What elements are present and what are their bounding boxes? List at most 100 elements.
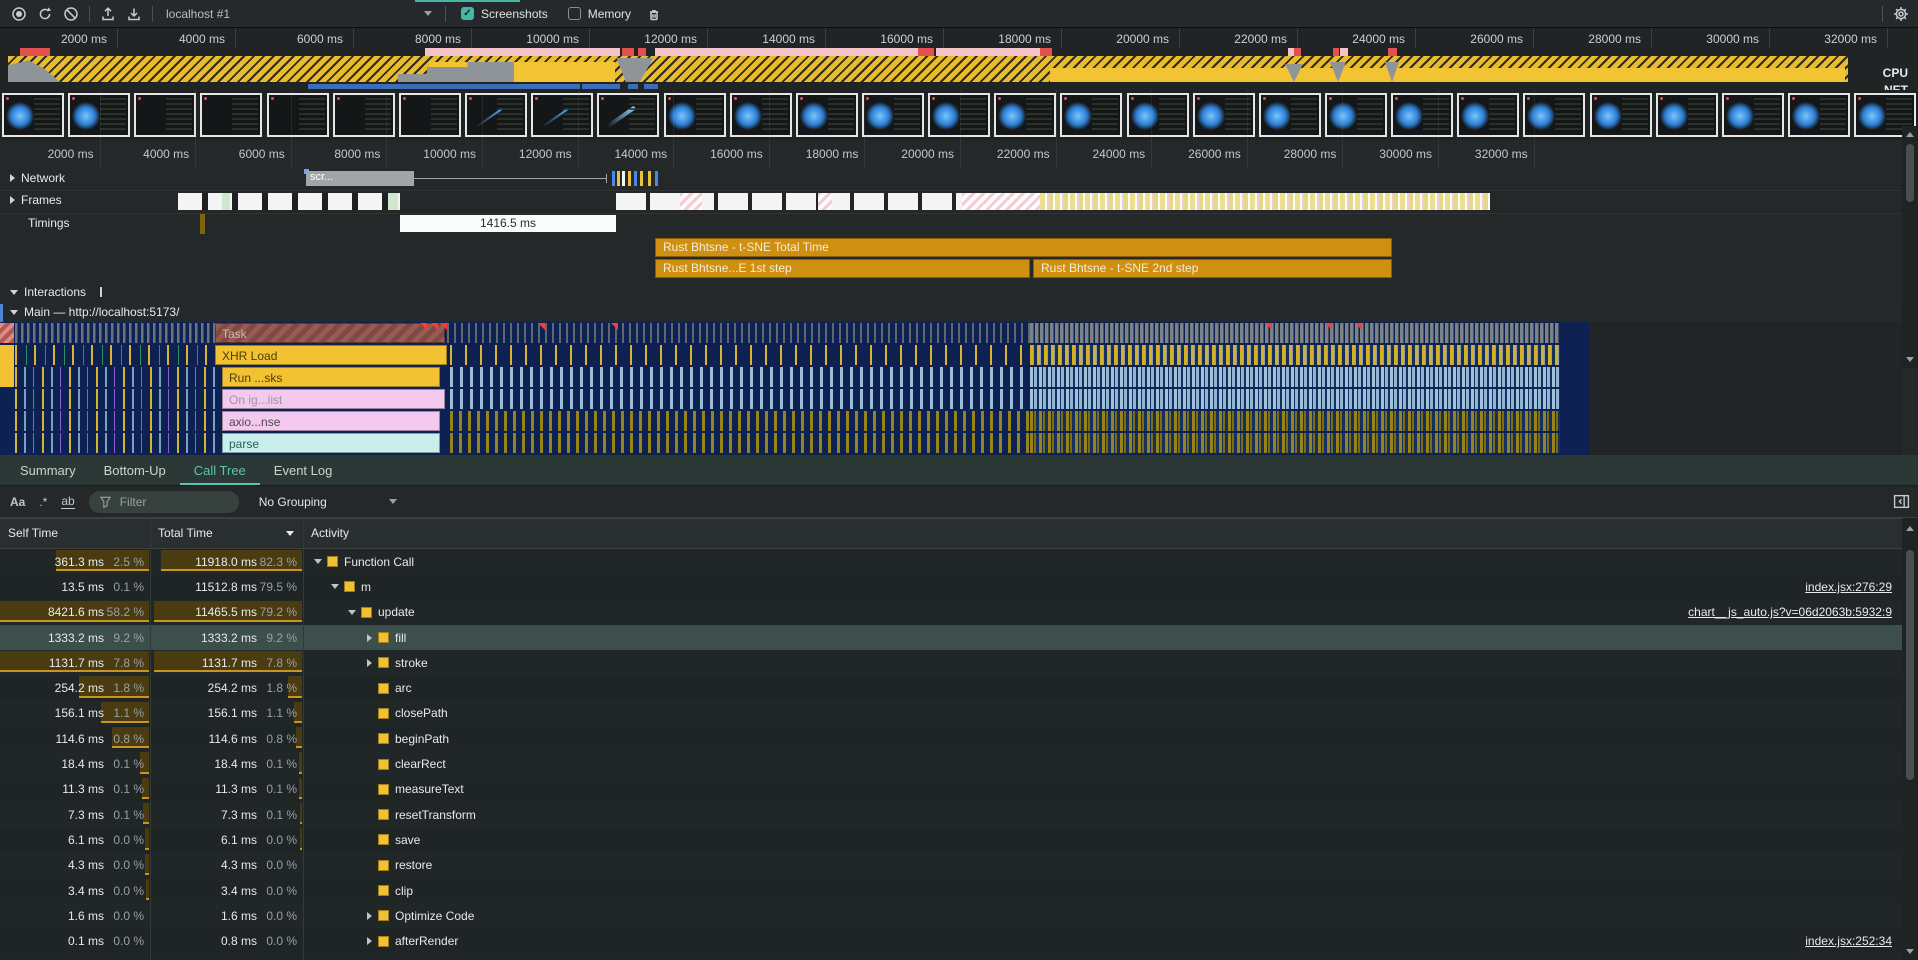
network-track-header[interactable]: Network [10,171,65,185]
show-sidebar-icon[interactable] [1893,493,1910,513]
interactions-track-header[interactable]: Interactions [10,285,86,299]
expand-icon[interactable] [362,631,376,645]
tree-row-partial[interactable] [0,954,1902,960]
tree-row-resettransform[interactable]: 7.3 ms0.1 %7.3 ms0.1 %resetTransform [0,802,1902,827]
tree-row-save[interactable]: 6.1 ms0.0 %6.1 ms0.0 %save [0,827,1902,852]
flame-bar-onig[interactable]: On ig...list [222,389,445,409]
screenshot-thumbnail[interactable] [1722,93,1784,137]
scroll-down-icon[interactable] [1906,949,1914,954]
screenshot-thumbnail[interactable] [1523,93,1585,137]
collect-garbage-icon[interactable] [641,2,667,26]
screenshot-thumbnail[interactable] [994,93,1056,137]
tab-call-tree[interactable]: Call Tree [180,455,260,485]
tree-row-fill[interactable]: 1333.2 ms9.2 %1333.2 ms9.2 %fill [0,625,1902,650]
tree-row-update[interactable]: 8421.6 ms58.2 %11465.5 ms79.2 %updatecha… [0,600,1902,625]
screenshot-thumbnail[interactable] [1457,93,1519,137]
scroll-up-icon[interactable] [1906,526,1914,531]
flame-bar-xhr-load[interactable]: XHR Load [215,345,447,365]
screenshot-thumbnail[interactable] [333,93,395,137]
save-profile-button[interactable] [121,2,147,26]
tree-row-measuretext[interactable]: 11.3 ms0.1 %11.3 ms0.1 %measureText [0,777,1902,802]
memory-checkbox[interactable]: Memory [568,7,631,21]
source-location-link[interactable]: chart__js_auto.js?v=06d2063b:5932:9 [1688,605,1892,619]
screenshot-thumbnail[interactable] [796,93,858,137]
screenshot-thumbnail[interactable] [1193,93,1255,137]
match-case-button[interactable]: Aa [10,495,25,509]
screenshot-thumbnail[interactable] [928,93,990,137]
expand-icon[interactable] [362,656,376,670]
timings-track[interactable]: Timings [0,213,1902,235]
column-activity[interactable]: Activity [311,526,349,540]
load-profile-button[interactable] [95,2,121,26]
screenshot-thumbnail[interactable] [2,93,64,137]
column-self-time[interactable]: Self Time [8,526,58,540]
source-location-link[interactable]: index.jsx:252:34 [1805,934,1892,948]
match-whole-word-button[interactable]: ab [61,494,74,509]
tree-row-optimize-code[interactable]: 1.6 ms0.0 %1.6 ms0.0 %Optimize Code [0,903,1902,928]
column-total-time[interactable]: Total Time [158,526,213,540]
profile-select[interactable]: localhost #1 [158,3,440,25]
main-track-toggle[interactable]: Main — http://localhost:5173/ [10,305,179,319]
tab-event-log[interactable]: Event Log [260,455,347,485]
tree-row-afterrender[interactable]: 0.1 ms0.0 %0.8 ms0.0 %afterRenderindex.j… [0,928,1902,953]
timeline-overview[interactable]: 2000 ms4000 ms6000 ms8000 ms10000 ms1200… [0,28,1918,91]
expand-icon[interactable] [362,909,376,923]
scrollbar-thumb[interactable] [1906,144,1914,202]
screenshot-thumbnail[interactable] [1590,93,1652,137]
clear-icon[interactable] [58,2,84,26]
grouping-select[interactable]: No Grouping [259,495,397,509]
collapse-icon[interactable] [328,580,342,594]
tab-bottom-up[interactable]: Bottom-Up [90,455,180,485]
screenshot-thumbnail[interactable] [1060,93,1122,137]
tab-summary[interactable]: Summary [6,455,90,485]
interactions-track[interactable]: Interactions [0,282,1902,305]
screenshot-thumbnail[interactable] [1788,93,1850,137]
tree-row-clip[interactable]: 3.4 ms0.0 %3.4 ms0.0 %clip [0,878,1902,903]
screenshot-thumbnail[interactable] [465,93,527,137]
frames-track-header[interactable]: Frames [10,193,62,207]
network-track[interactable]: Network scr... [0,168,1902,191]
screenshot-thumbnail[interactable] [862,93,924,137]
flame-bar-axios-response[interactable]: axio...nse [222,411,440,431]
collapse-icon[interactable] [311,555,325,569]
screenshot-thumbnail[interactable] [267,93,329,137]
network-request-bar[interactable]: scr... [306,171,414,186]
tree-row-clearrect[interactable]: 18.4 ms0.1 %18.4 ms0.1 %clearRect [0,751,1902,776]
tree-row-function-call[interactable]: 361.3 ms2.5 %11918.0 ms82.3 %Function Ca… [0,549,1902,574]
flame-bar-run-tasks[interactable]: Run ...sks [222,367,440,387]
screenshot-thumbnail[interactable] [531,93,593,137]
collapse-icon[interactable] [345,605,359,619]
screenshot-thumbnail[interactable] [134,93,196,137]
timing-bar-step2[interactable]: Rust Bhtsne - t-SNE 2nd step [1033,259,1392,278]
regex-button[interactable]: .* [39,495,47,509]
grid-scrollbar[interactable] [1902,518,1918,960]
scroll-down-icon[interactable] [1906,357,1914,362]
tree-row-stroke[interactable]: 1131.7 ms7.8 %1131.7 ms7.8 %stroke [0,650,1902,675]
screenshot-thumbnail[interactable] [1656,93,1718,137]
screenshots-checkbox[interactable]: ✓ Screenshots [461,7,548,21]
flame-bar-task[interactable]: Task [215,323,445,343]
gear-icon[interactable] [1888,2,1914,26]
screenshot-thumbnail[interactable] [730,93,792,137]
reload-record-button[interactable] [32,2,58,26]
tree-row-restore[interactable]: 4.3 ms0.0 %4.3 ms0.0 %restore [0,853,1902,878]
timing-bar-step1[interactable]: Rust Bhtsne...E 1st step [655,259,1030,278]
screenshot-thumbnail[interactable] [1391,93,1453,137]
expand-icon[interactable] [362,934,376,948]
source-location-link[interactable]: index.jsx:276:29 [1805,580,1892,594]
timing-bar-total[interactable]: Rust Bhtsne - t-SNE Total Time [655,238,1392,257]
frames-track[interactable]: Frames 1416.5 ms [0,190,1902,214]
flame-bar-parse[interactable]: parse [222,433,440,453]
tree-row-closepath[interactable]: 156.1 ms1.1 %156.1 ms1.1 %closePath [0,701,1902,726]
screenshot-thumbnail[interactable] [1325,93,1387,137]
tracks-scrollbar[interactable] [1902,126,1918,368]
screenshot-thumbnail[interactable] [200,93,262,137]
screenshot-thumbnail[interactable] [597,93,659,137]
scroll-up-icon[interactable] [1906,132,1914,137]
screenshot-thumbnail[interactable] [1127,93,1189,137]
scrollbar-thumb[interactable] [1906,550,1914,780]
tree-row-beginpath[interactable]: 114.6 ms0.8 %114.6 ms0.8 %beginPath [0,726,1902,751]
record-button[interactable] [6,2,32,26]
tree-row-m[interactable]: 13.5 ms0.1 %11512.8 ms79.5 %mindex.jsx:2… [0,574,1902,599]
tree-row-arc[interactable]: 254.2 ms1.8 %254.2 ms1.8 %arc [0,675,1902,700]
